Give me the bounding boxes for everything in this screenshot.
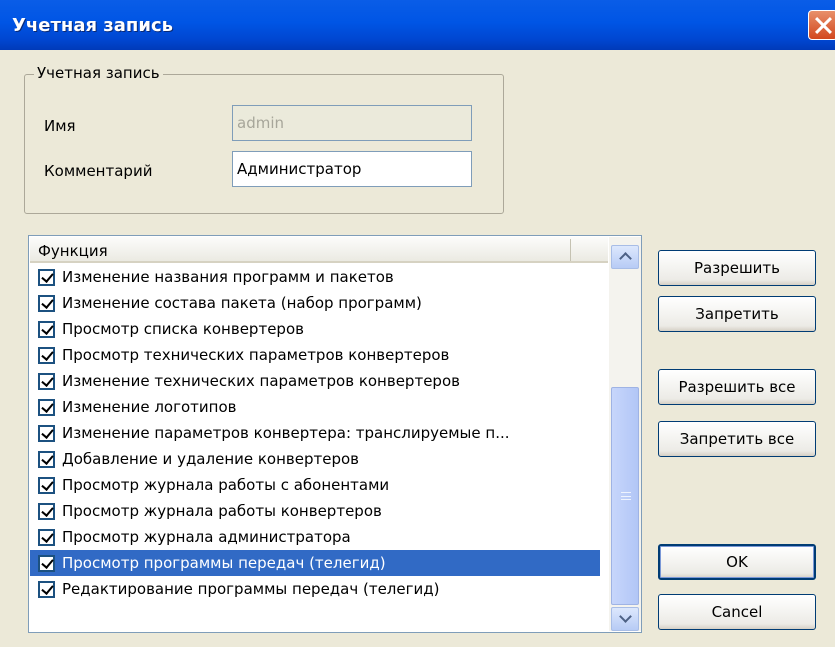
function-label: Просмотр программы передач (телегид) [62, 554, 386, 572]
scroll-up-icon[interactable] [611, 245, 639, 269]
vertical-scrollbar[interactable] [609, 237, 641, 631]
grip-icon [621, 492, 631, 500]
function-row[interactable]: Изменение технических параметров конверт… [30, 368, 600, 394]
ok-button[interactable]: OK [658, 544, 816, 580]
checkbox-checked-icon[interactable] [38, 320, 55, 338]
name-label: Имя [44, 117, 76, 135]
checkbox-checked-icon[interactable] [38, 502, 55, 520]
allow-all-button[interactable]: Разрешить все [658, 369, 816, 405]
column-separator[interactable] [570, 239, 571, 261]
function-row[interactable]: Добавление и удаление конвертеров [30, 446, 600, 472]
checkbox-checked-icon[interactable] [38, 294, 55, 312]
function-label: Изменение состава пакета (набор программ… [62, 294, 422, 312]
checkbox-checked-icon[interactable] [38, 372, 55, 390]
scroll-down-icon[interactable] [611, 607, 639, 631]
function-label: Изменение параметров конвертера: трансли… [62, 424, 510, 442]
column-header-function[interactable]: Функция [30, 237, 608, 263]
function-label: Редактирование программы передач (телеги… [62, 580, 440, 598]
function-row[interactable]: Просмотр журнала работы конвертеров [30, 498, 600, 524]
functions-listview[interactable]: Функция Изменение названия программ и па… [28, 235, 642, 633]
comment-label: Комментарий [44, 162, 153, 180]
function-row[interactable]: Просмотр журнала администратора [30, 524, 600, 550]
function-label: Изменение логотипов [62, 398, 237, 416]
checkbox-checked-icon[interactable] [38, 554, 55, 572]
checkbox-checked-icon[interactable] [38, 398, 55, 416]
window-title: Учетная запись [12, 14, 173, 36]
deny-all-button[interactable]: Запретить все [658, 421, 816, 457]
function-row[interactable]: Просмотр программы передач (телегид) [30, 550, 600, 576]
account-group-legend: Учетная запись [34, 64, 163, 82]
column-header-label: Функция [38, 242, 108, 260]
name-field: admin [232, 105, 472, 141]
function-label: Изменение технических параметров конверт… [62, 372, 460, 390]
function-label: Просмотр списка конвертеров [62, 320, 304, 338]
title-bar: Учетная запись [0, 0, 835, 50]
checkbox-checked-icon[interactable] [38, 424, 55, 442]
checkbox-checked-icon[interactable] [38, 268, 55, 286]
checkbox-checked-icon[interactable] [38, 346, 55, 364]
function-label: Просмотр журнала администратора [62, 528, 351, 546]
comment-field[interactable]: Администратор [232, 151, 472, 187]
checkbox-checked-icon[interactable] [38, 450, 55, 468]
function-label: Просмотр технических параметров конверте… [62, 346, 450, 364]
account-groupbox [24, 74, 504, 214]
function-row[interactable]: Редактирование программы передач (телеги… [30, 576, 600, 602]
function-row[interactable]: Изменение логотипов [30, 394, 600, 420]
function-row[interactable]: Просмотр технических параметров конверте… [30, 342, 600, 368]
function-row[interactable]: Изменение состава пакета (набор программ… [30, 290, 600, 316]
checkbox-checked-icon[interactable] [38, 476, 55, 494]
checkbox-checked-icon[interactable] [38, 580, 55, 598]
function-row[interactable]: Просмотр журнала работы с абонентами [30, 472, 600, 498]
function-row[interactable]: Изменение параметров конвертера: трансли… [30, 420, 600, 446]
scroll-thumb[interactable] [611, 387, 639, 605]
function-label: Просмотр журнала работы с абонентами [62, 476, 390, 494]
function-row[interactable]: Изменение названия программ и пакетов [30, 264, 600, 290]
function-row[interactable]: Просмотр списка конвертеров [30, 316, 600, 342]
checkbox-checked-icon[interactable] [38, 528, 55, 546]
close-button[interactable] [808, 10, 835, 40]
function-label: Просмотр журнала работы конвертеров [62, 502, 382, 520]
function-label: Добавление и удаление конвертеров [62, 450, 360, 468]
allow-button[interactable]: Разрешить [658, 250, 816, 286]
deny-button[interactable]: Запретить [658, 296, 816, 332]
cancel-button[interactable]: Cancel [658, 594, 816, 630]
function-label: Изменение названия программ и пакетов [62, 268, 394, 286]
